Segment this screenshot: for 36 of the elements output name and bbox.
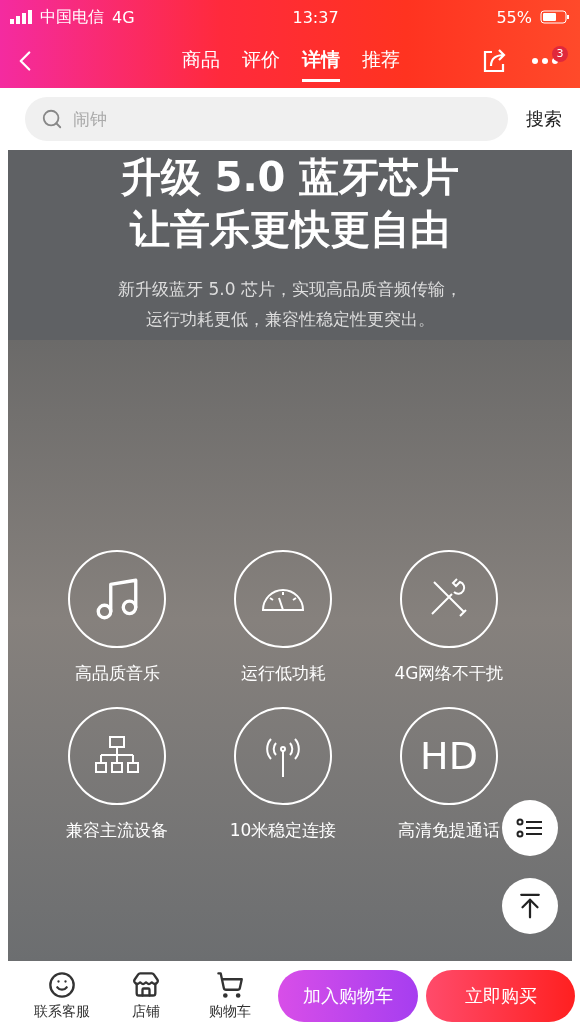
- buy-now-button[interactable]: 立即购买: [426, 970, 575, 1022]
- description: 新升级蓝牙 5.0 芯片，实现高品质音频传输， 运行功耗更低，兼容性稳定性更突出。: [118, 278, 462, 331]
- signal-icon: [10, 10, 32, 24]
- cart-icon: [216, 971, 245, 999]
- more-button[interactable]: [532, 58, 558, 64]
- store-icon: [132, 971, 161, 999]
- add-to-cart-button[interactable]: 加入购物车: [278, 970, 419, 1022]
- feature-label: 高清免提通话: [398, 819, 500, 842]
- nav-tab[interactable]: 详情: [302, 40, 340, 82]
- feature-label: 4G网络不干扰: [394, 662, 504, 685]
- nav-tab[interactable]: 商品: [182, 40, 220, 82]
- feature-label: 兼容主流设备: [66, 819, 168, 842]
- notification-count: 3: [552, 46, 568, 62]
- headline: 让音乐更快更自由: [130, 205, 450, 254]
- feature-label: 高品质音乐: [74, 662, 160, 685]
- bottom-nav-item[interactable]: 店铺: [104, 971, 189, 1021]
- nav-tab[interactable]: 推荐: [362, 40, 400, 82]
- battery-icon: [540, 10, 570, 24]
- bottom-nav-item[interactable]: 购物车: [188, 971, 273, 1021]
- smiley-chat-icon: [48, 971, 77, 999]
- bottom-nav-item[interactable]: 联系客服: [20, 971, 105, 1021]
- carrier-name: 中国电信: [40, 6, 104, 28]
- search-icon: [41, 108, 63, 130]
- search-field[interactable]: 闹钟: [25, 97, 508, 141]
- nav-tab[interactable]: 评价: [242, 40, 280, 82]
- search-button[interactable]: 搜索: [526, 107, 562, 131]
- hd-label: HD: [420, 734, 478, 778]
- search-input[interactable]: 闹钟: [71, 108, 492, 130]
- clock-time: 13:37: [292, 7, 339, 27]
- feature-label: 运行低功耗: [240, 662, 326, 685]
- list-icon: [516, 816, 544, 840]
- more-dots-icon: [532, 58, 558, 64]
- battery-percent: 55%: [496, 7, 532, 27]
- network-type: 4G: [112, 7, 135, 27]
- headline: 升级 5.0 蓝牙芯片: [120, 153, 460, 202]
- feature-label: 10米稳定连接: [229, 819, 337, 842]
